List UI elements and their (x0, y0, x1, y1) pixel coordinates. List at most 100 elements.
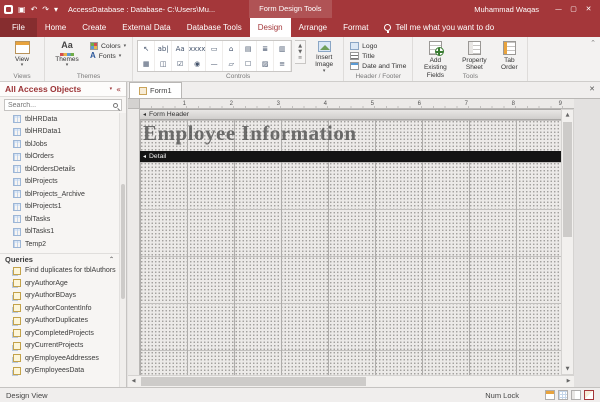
nav-item-query[interactable]: qryAuthorDuplicates (0, 315, 119, 328)
detail-section-bar[interactable]: ◂ Detail (140, 151, 562, 162)
tab-design[interactable]: Design (250, 18, 291, 37)
horizontal-scrollbar[interactable]: ◀ ▶ (128, 375, 574, 387)
nav-item-query[interactable]: qryAuthorAge (0, 277, 119, 290)
design-canvas[interactable]: 123456789 ◂ Form Header Employee Informa… (128, 99, 600, 387)
control-tool-icon[interactable]: ▱ (223, 56, 240, 71)
nav-item-table[interactable]: tblJobs (0, 138, 119, 151)
nav-item-table[interactable]: tblOrders (0, 151, 119, 164)
control-tool-icon[interactable]: ⌂ (223, 41, 240, 56)
close-document-icon[interactable]: ✕ (589, 85, 595, 93)
scroll-left-icon[interactable]: ◀ (128, 376, 139, 387)
navigation-pane-header[interactable]: All Access Objects ▾ « (0, 82, 126, 97)
tab-file[interactable]: File (0, 18, 37, 37)
control-tool-icon[interactable]: ◫ (155, 56, 172, 71)
nav-item-query[interactable]: qryCurrentProjects (0, 340, 119, 353)
nav-item-table[interactable]: tblHRData1 (0, 126, 119, 139)
datasheet-view-shortcut-icon[interactable] (558, 390, 568, 400)
control-tool-icon[interactable]: Aa (172, 41, 189, 56)
fonts-button[interactable]: A Fonts ▾ (88, 52, 128, 60)
nav-item-table[interactable]: tblTasks (0, 213, 119, 226)
chevron-down-icon[interactable]: ▾ (110, 86, 113, 92)
nav-item-table[interactable]: tblProjects1 (0, 201, 119, 214)
control-tool-icon[interactable]: ▥ (274, 41, 291, 56)
queries-group-header[interactable]: Queries ⌃ (0, 253, 119, 265)
tab-home[interactable]: Home (37, 18, 74, 37)
redo-icon[interactable]: ↷ (42, 5, 49, 14)
nav-item-table[interactable]: tblHRData (0, 113, 119, 126)
nav-item-query[interactable]: qryEmployeesData (0, 365, 119, 378)
control-tool-icon[interactable]: ≣ (257, 41, 274, 56)
insert-image-button[interactable]: Insert Image ▾ (309, 40, 339, 74)
search-input[interactable] (8, 102, 111, 109)
tab-arrange[interactable]: Arrange (291, 18, 335, 37)
nav-item-table[interactable]: tblTasks1 (0, 226, 119, 239)
scrollbar-thumb[interactable] (141, 377, 366, 386)
scrollbar-thumb[interactable] (121, 184, 125, 299)
control-tool-icon[interactable]: xxxx (189, 41, 206, 56)
vertical-scrollbar[interactable]: ▲ ▼ (561, 109, 574, 375)
tab-database-tools[interactable]: Database Tools (179, 18, 250, 37)
nav-item-query[interactable]: qryCompletedProjects (0, 327, 119, 340)
query-icon (13, 267, 21, 275)
navigation-scrollbar[interactable] (119, 113, 126, 387)
account-user-name[interactable]: Muhammad Waqas (474, 5, 539, 14)
control-tool-icon[interactable]: ▨ (257, 56, 274, 71)
themes-button[interactable]: Aa Themes ▾ (49, 40, 85, 68)
scrollbar-thumb[interactable] (563, 122, 572, 237)
form-header-grid[interactable]: Employee Information (140, 120, 562, 151)
navigation-search-box[interactable] (4, 99, 122, 111)
nav-item-query[interactable]: Find duplicates for tblAuthors (0, 265, 119, 278)
nav-item-table[interactable]: tblProjects_Archive (0, 188, 119, 201)
tab-format[interactable]: Format (335, 18, 376, 37)
view-button[interactable]: View ▾ (4, 40, 40, 68)
close-button[interactable]: ✕ (581, 0, 596, 18)
tell-me-box[interactable]: Tell me what you want to do (384, 18, 494, 37)
layout-view-shortcut-icon[interactable] (571, 390, 581, 400)
detail-grid[interactable] (140, 162, 562, 375)
maximize-button[interactable]: ▢ (566, 0, 581, 18)
tab-order-button[interactable]: Tab Order (495, 40, 523, 72)
minimize-button[interactable]: — (551, 0, 566, 18)
undo-icon[interactable]: ↶ (31, 5, 38, 14)
document-tab-form1[interactable]: Form1 (129, 82, 182, 98)
logo-button[interactable]: Logo (348, 42, 408, 50)
scroll-up-icon[interactable]: ▲ (562, 110, 573, 120)
scroll-down-icon[interactable]: ▼ (562, 364, 573, 374)
control-tool-icon[interactable]: ≡ (274, 56, 291, 71)
property-sheet-button[interactable]: Property Sheet (456, 40, 492, 72)
nav-item-table[interactable]: tblProjects (0, 176, 119, 189)
control-tool-icon[interactable]: ▦ (138, 56, 155, 71)
nav-item-query[interactable]: qryEmployeeAddresses (0, 352, 119, 365)
nav-item-table[interactable]: Temp2 (0, 238, 119, 251)
colors-button[interactable]: Colors ▾ (88, 42, 128, 50)
scroll-right-icon[interactable]: ▶ (563, 376, 574, 387)
tab-external-data[interactable]: External Data (114, 18, 178, 37)
control-tool-icon[interactable]: ☐ (240, 56, 257, 71)
access-window: ▣ ↶ ↷ ▾ AccessDatabase : Database- C:\Us… (0, 0, 600, 402)
form-header-section-bar[interactable]: ◂ Form Header (140, 109, 562, 120)
form-title-label[interactable]: Employee Information (143, 123, 357, 144)
collapse-ribbon-icon[interactable]: ⌃ (590, 39, 596, 47)
chevron-up-icon[interactable]: ⌃ (109, 256, 114, 263)
title-button[interactable]: Title (348, 52, 408, 60)
nav-item-table[interactable]: tblOrdersDetails (0, 163, 119, 176)
collapse-pane-icon[interactable]: « (116, 85, 121, 94)
qat-customize-icon[interactable]: ▾ (54, 5, 58, 14)
tab-create[interactable]: Create (74, 18, 114, 37)
form-design-surface[interactable]: ◂ Form Header Employee Information ◂ Det… (140, 109, 563, 375)
date-time-button[interactable]: Date and Time (348, 62, 408, 70)
control-tool-icon[interactable]: ▭ (206, 41, 223, 56)
control-tool-icon[interactable]: — (206, 56, 223, 71)
ruler-corner-box[interactable] (128, 99, 140, 109)
nav-item-query[interactable]: qryAuthorContentInfo (0, 302, 119, 315)
design-view-shortcut-icon[interactable] (584, 390, 594, 400)
save-icon[interactable]: ▣ (18, 5, 26, 14)
control-tool-icon[interactable]: ☑ (172, 56, 189, 71)
nav-item-query[interactable]: qryAuthorBDays (0, 290, 119, 303)
control-tool-icon[interactable]: ab| (155, 41, 172, 56)
control-tool-icon[interactable]: ▤ (240, 41, 257, 56)
form-view-shortcut-icon[interactable] (545, 390, 555, 400)
gallery-more-icon[interactable]: ≡ (298, 55, 302, 61)
control-tool-icon[interactable]: ◉ (189, 56, 206, 71)
control-tool-icon[interactable]: ↖ (138, 41, 155, 56)
